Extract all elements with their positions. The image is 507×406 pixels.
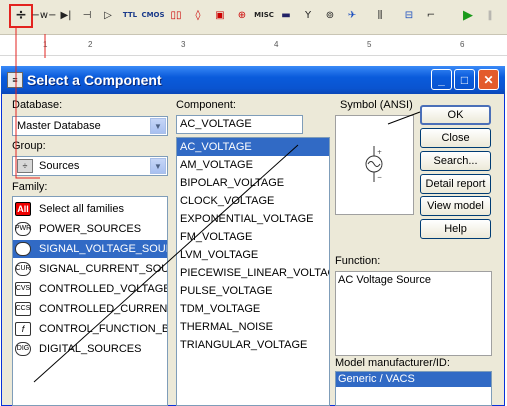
annotation-ok-pointer bbox=[387, 111, 421, 125]
annotation-pointer-line bbox=[33, 144, 299, 383]
annotation-overlay bbox=[15, 28, 421, 383]
annotation-red-line bbox=[15, 28, 40, 179]
